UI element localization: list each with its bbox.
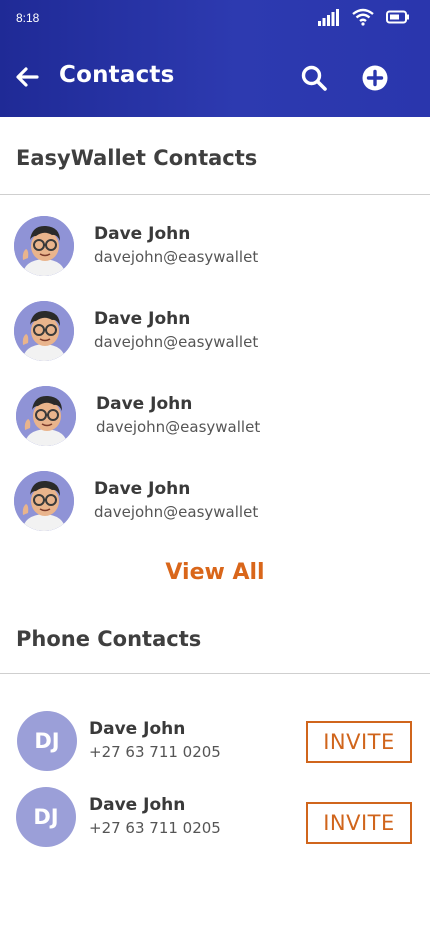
contact-name: Dave John (89, 795, 186, 815)
easywallet-contact-row[interactable]: Dave John davejohn@easywallet (0, 470, 430, 540)
contact-email: davejohn@easywallet (94, 333, 259, 351)
phone-contact-row[interactable]: DJ Dave John +27 63 711 0205 INVITE (0, 786, 430, 850)
add-circle-icon (362, 65, 388, 91)
search-button[interactable] (298, 62, 330, 94)
status-time: 8:18 (16, 11, 40, 25)
contact-email: davejohn@easywallet (96, 418, 261, 436)
search-icon (301, 65, 327, 91)
add-contact-button[interactable] (360, 63, 390, 93)
contact-name: Dave John (94, 309, 191, 329)
avatar (14, 301, 74, 361)
contact-phone: +27 63 711 0205 (89, 743, 221, 761)
status-icons (318, 8, 410, 26)
avatar (14, 216, 74, 276)
easywallet-contact-row[interactable]: Dave John davejohn@easywallet (0, 300, 430, 370)
header: Contacts (0, 38, 430, 117)
battery-icon (386, 10, 409, 24)
contact-name: Dave John (89, 719, 186, 739)
easywallet-contact-row[interactable]: Dave John davejohn@easywallet (0, 385, 430, 455)
section-divider (0, 194, 430, 195)
memoji-avatar-icon (14, 471, 74, 531)
status-bar: 8:18 (0, 0, 430, 38)
memoji-avatar-icon (14, 216, 74, 276)
initials-avatar: DJ (16, 787, 76, 847)
easywallet-contacts-heading: EasyWallet Contacts (16, 146, 258, 170)
contact-name: Dave John (94, 224, 191, 244)
contact-email: davejohn@easywallet (94, 503, 259, 521)
page-title: Contacts (59, 62, 175, 88)
signal-icon (318, 9, 339, 26)
initials-avatar: DJ (17, 711, 77, 771)
section-divider (0, 673, 430, 674)
phone-contacts-heading: Phone Contacts (16, 627, 202, 651)
easywallet-contact-row[interactable]: Dave John davejohn@easywallet (0, 215, 430, 285)
avatar (16, 386, 76, 446)
view-all-link[interactable]: View All (0, 560, 430, 585)
wifi-icon (352, 8, 374, 26)
memoji-avatar-icon (14, 301, 74, 361)
phone-contact-row[interactable]: DJ Dave John +27 63 711 0205 INVITE (0, 710, 430, 774)
contact-phone: +27 63 711 0205 (89, 819, 221, 837)
back-button[interactable] (12, 62, 42, 92)
contact-name: Dave John (94, 479, 191, 499)
app-header-bar: 8:18 Contacts (0, 0, 430, 117)
contact-email: davejohn@easywallet (94, 248, 259, 266)
contact-name: Dave John (96, 394, 193, 414)
back-arrow-icon (16, 67, 39, 87)
invite-button[interactable]: INVITE (306, 802, 412, 844)
memoji-avatar-icon (16, 386, 76, 446)
avatar (14, 471, 74, 531)
invite-button[interactable]: INVITE (306, 721, 412, 763)
